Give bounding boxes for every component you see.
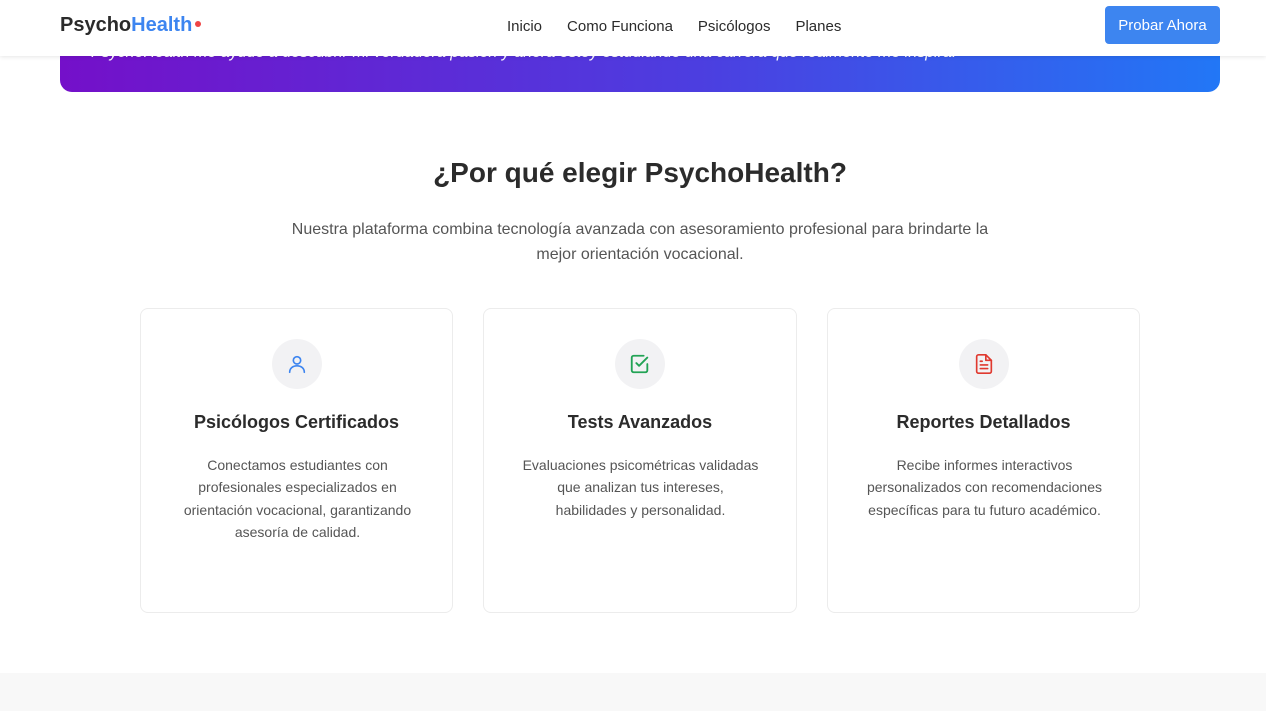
next-section-background [0,673,1266,711]
nav-link-planes[interactable]: Planes [795,18,841,35]
section-subtitle: Nuestra plataforma combina tecnología av… [291,221,989,263]
feature-card-text: Conectamos estudiantes con profesionales… [183,457,412,540]
feature-card-title: Reportes Detallados [896,412,1071,432]
logo-text-psycho: Psycho [60,14,132,36]
feature-card-text: Recibe informes interactivos personaliza… [866,457,1103,518]
feature-card-tests: Tests Avanzados Evaluaciones psicométric… [483,308,797,613]
feature-card-text: Evaluaciones psicométricas validadas que… [522,457,759,518]
feature-card-title: Tests Avanzados [567,412,713,432]
user-icon [271,339,322,389]
document-icon [958,339,1009,389]
check-square-icon [615,339,665,389]
logo-text-health: Health [131,14,193,36]
feature-card-psicologos: Psicólogos Certificados Conectamos estud… [140,308,453,613]
feature-card-title: Psicólogos Certificados [193,412,400,432]
logo[interactable]: PsychoHealth [60,14,202,37]
nav-link-psicologos[interactable]: Psicólogos [698,18,771,35]
try-now-button[interactable]: Probar Ahora [1105,6,1220,44]
nav-link-inicio[interactable]: Inicio [507,18,542,35]
main-nav: Inicio Como Funciona Psicólogos Planes [507,18,841,35]
logo-dot [195,21,202,27]
feature-card-reportes: Reportes Detallados Recibe informes inte… [827,308,1140,613]
section-title: ¿Por qué elegir PsychoHealth? [433,157,847,188]
navbar: PsychoHealth Inicio Como Funciona Psicól… [0,0,1266,56]
nav-link-como-funciona[interactable]: Como Funciona [567,18,673,35]
